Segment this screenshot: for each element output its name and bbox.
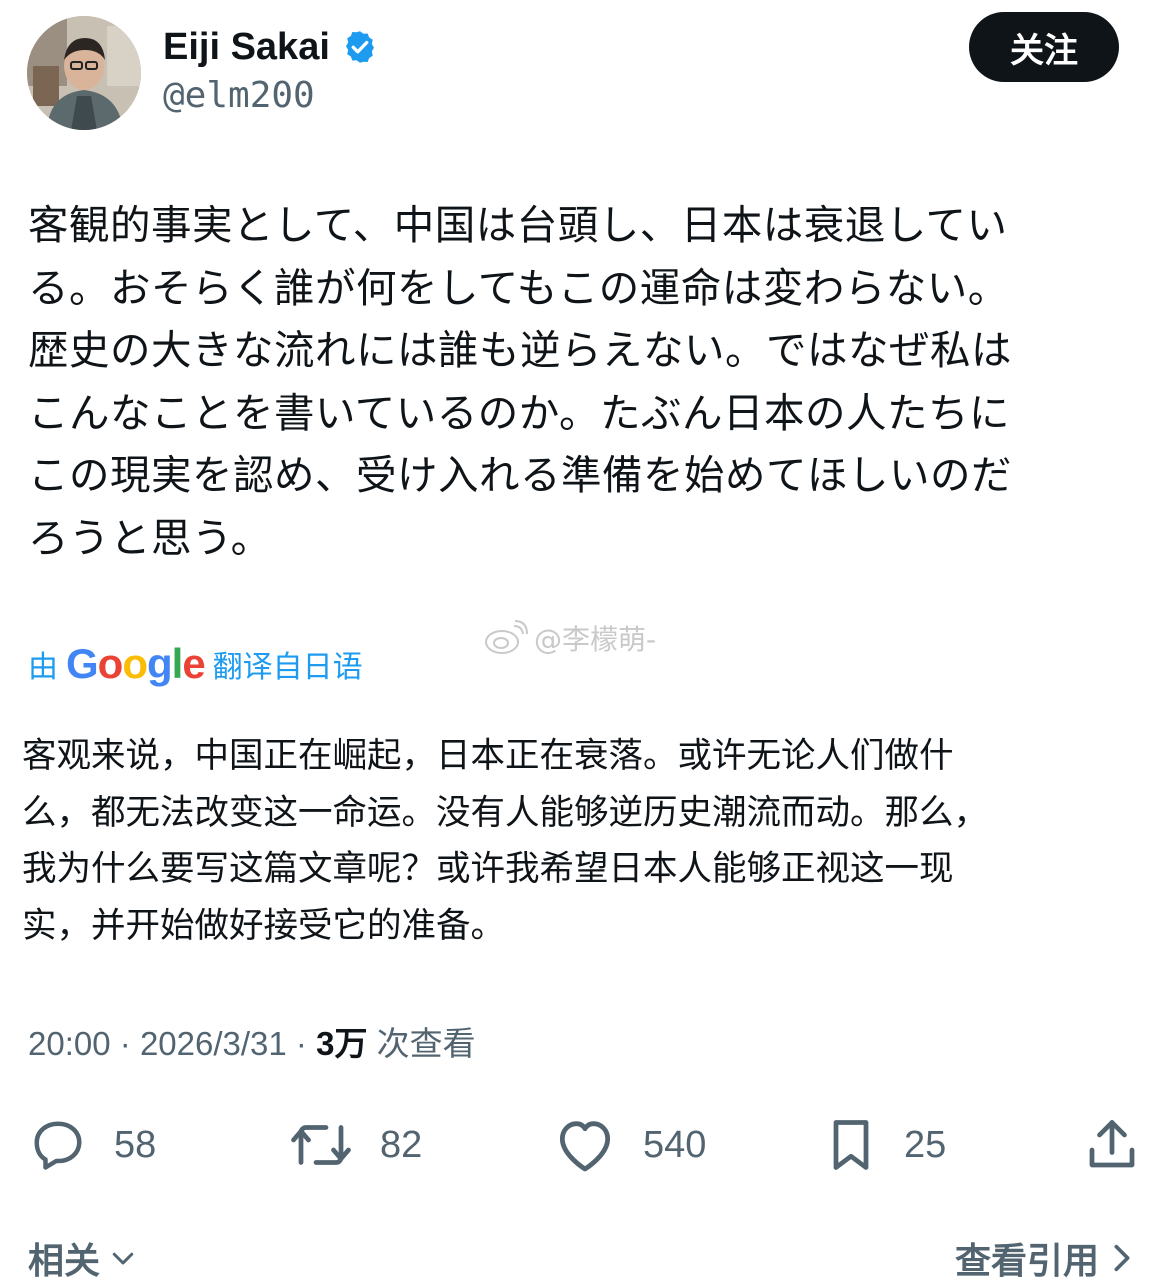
- related-toggle[interactable]: 相关: [28, 1232, 138, 1284]
- view-quotes-link[interactable]: 查看引用: [955, 1232, 1135, 1284]
- reply-icon: [34, 1121, 82, 1170]
- post-meta: 20:00 · 2026/3/31 · 3万 次查看: [28, 1022, 476, 1066]
- heart-icon: [559, 1121, 611, 1172]
- repost-button[interactable]: 82: [288, 1110, 422, 1180]
- watermark: @李檬萌-: [484, 618, 656, 658]
- author-name-row: Eiji Sakai: [163, 24, 378, 70]
- repost-icon: [291, 1125, 351, 1165]
- post-time[interactable]: 20:00: [28, 1025, 111, 1062]
- like-count: 540: [643, 1123, 707, 1166]
- user-avatar: [27, 16, 141, 130]
- bookmark-button[interactable]: 25: [824, 1110, 946, 1180]
- views-label: 次查看: [376, 1025, 476, 1062]
- share-icon: [1089, 1120, 1135, 1168]
- repost-count: 82: [380, 1123, 423, 1166]
- google-logo: Google: [66, 640, 206, 687]
- post-translated-text: 客观来说，中国正在崛起，日本正在衰落。或许无论人们做什 么，都无法改变这一命运。…: [22, 736, 988, 946]
- author-display-name[interactable]: Eiji Sakai: [163, 24, 330, 70]
- post-original-text: 客観的事実として、中国は台頭し、日本は衰退してい る。おそらく誰が何をしてもこの…: [28, 201, 1012, 562]
- verified-badge-icon: [345, 31, 374, 63]
- share-button[interactable]: [1084, 1110, 1140, 1180]
- follow-button[interactable]: 关注: [969, 12, 1119, 82]
- action-bar: 58 82 540 25: [0, 1110, 1159, 1180]
- watermark-text: @李檬萌-: [534, 623, 657, 656]
- reply-button[interactable]: 58: [28, 1110, 156, 1180]
- meta-separator: ·: [295, 1025, 317, 1062]
- quotes-label: 查看引用: [954, 1241, 1099, 1282]
- author-handle[interactable]: @elm200: [163, 74, 315, 118]
- related-label: 相关: [28, 1241, 101, 1282]
- avatar[interactable]: [27, 16, 141, 130]
- weibo-icon: [485, 620, 528, 654]
- translation-suffix: 翻译自日语: [212, 650, 363, 685]
- meta-separator: ·: [119, 1025, 140, 1062]
- bookmark-count: 25: [904, 1123, 947, 1166]
- translation-attribution[interactable]: 由 Google 翻译自日语: [28, 640, 363, 688]
- reply-count: 58: [114, 1123, 157, 1166]
- post-date[interactable]: 2026/3/31: [140, 1025, 287, 1062]
- chevron-right-icon: [1114, 1244, 1130, 1272]
- bookmark-icon: [833, 1120, 869, 1170]
- chevron-down-icon: [112, 1252, 134, 1265]
- like-button[interactable]: 540: [553, 1110, 706, 1180]
- translation-prefix: 由: [28, 650, 58, 685]
- views-count: 3万: [316, 1025, 368, 1062]
